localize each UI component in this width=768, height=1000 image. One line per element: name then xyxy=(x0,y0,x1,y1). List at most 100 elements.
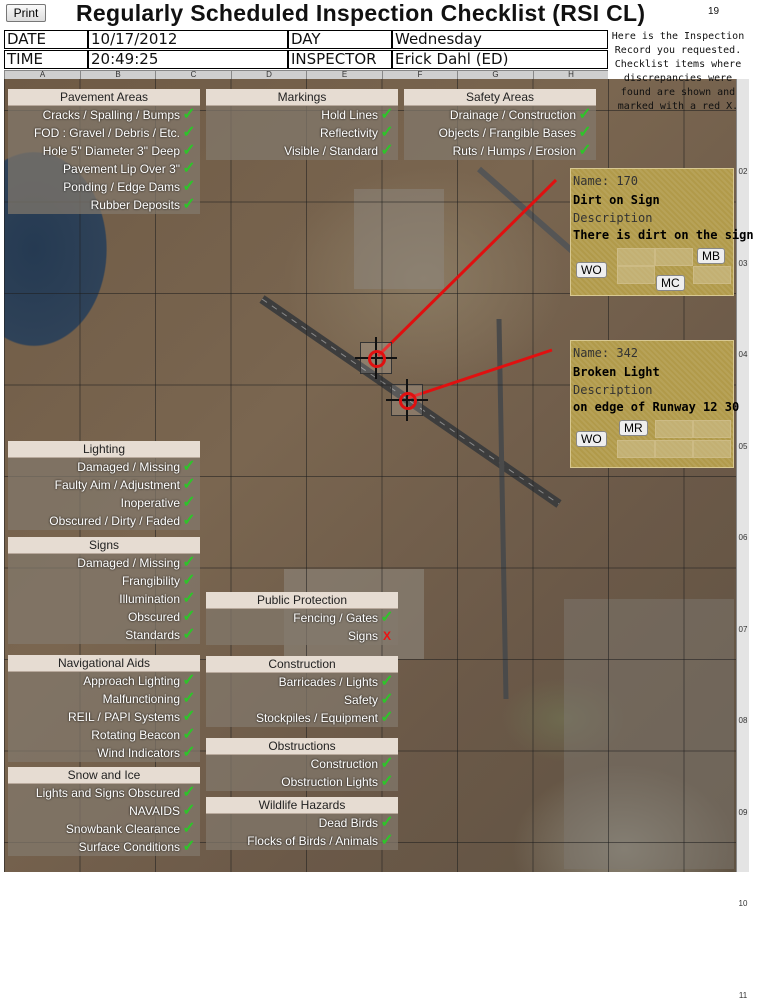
check-icon: ✓ xyxy=(380,709,394,726)
check-icon: ✓ xyxy=(182,838,196,855)
check-icon: ✓ xyxy=(182,160,196,177)
check-icon: ✓ xyxy=(578,106,592,123)
mc-button[interactable]: MC xyxy=(656,275,685,291)
checklist-item-obscured-dirty-faded[interactable]: Obscured / Dirty / Faded ✓ xyxy=(8,512,200,530)
check-icon: ✓ xyxy=(182,124,196,141)
checklist-item-label: Damaged / Missing xyxy=(77,460,180,474)
panel-title: Navigational Aids xyxy=(8,655,200,672)
checklist-item-illumination[interactable]: Illumination ✓ xyxy=(8,590,200,608)
date-value: 10/17/2012 xyxy=(88,30,288,49)
checklist-item-reil-papi-systems[interactable]: REIL / PAPI Systems ✓ xyxy=(8,708,200,726)
checklist-item-surface-conditions[interactable]: Surface Conditions ✓ xyxy=(8,838,200,856)
mb-button[interactable]: MB xyxy=(697,248,725,264)
checklist-item-obstruction-lights[interactable]: Obstruction Lights ✓ xyxy=(206,773,398,791)
checklist-item-frangibility[interactable]: Frangibility ✓ xyxy=(8,572,200,590)
checklist-item-dead-birds[interactable]: Dead Birds ✓ xyxy=(206,814,398,832)
checklist-item-fencing-gates[interactable]: Fencing / Gates ✓ xyxy=(206,609,398,627)
fail-x-icon: X xyxy=(382,629,391,643)
description-value: There is dirt on the sign xyxy=(573,228,754,242)
checklist-item-lights-and-signs-obscured[interactable]: Lights and Signs Obscured ✓ xyxy=(8,784,200,802)
column-header-a: A xyxy=(4,70,80,79)
checklist-item-faulty-aim-adjustment[interactable]: Faulty Aim / Adjustment ✓ xyxy=(8,476,200,494)
checklist-item-objects-frangible-bases[interactable]: Objects / Frangible Bases ✓ xyxy=(404,124,596,142)
check-icon: ✓ xyxy=(182,744,196,761)
discrepancy-marker-170[interactable] xyxy=(355,337,397,379)
checklist-item-label: Barricades / Lights xyxy=(278,675,378,689)
checklist-item-hole-5-diameter-3-deep[interactable]: Hole 5" Diameter 3" Deep ✓ xyxy=(8,142,200,160)
checklist-item-ponding-edge-dams[interactable]: Ponding / Edge Dams ✓ xyxy=(8,178,200,196)
checklist-item-label: Fencing / Gates xyxy=(293,611,378,625)
column-header-g: G xyxy=(457,70,533,79)
checklist-item-barricades-lights[interactable]: Barricades / Lights ✓ xyxy=(206,673,398,691)
checklist-item-label: Dead Birds xyxy=(318,816,378,830)
checklist-item-hold-lines[interactable]: Hold Lines ✓ xyxy=(206,106,398,124)
checklist-item-label: Surface Conditions xyxy=(78,840,180,854)
description-label: Description xyxy=(573,211,653,225)
checklist-item-rotating-beacon[interactable]: Rotating Beacon ✓ xyxy=(8,726,200,744)
obstructions-panel: Obstructions Construction ✓ Obstruction Lig… xyxy=(206,738,398,791)
checklist-item-damaged-missing[interactable]: Damaged / Missing ✓ xyxy=(8,554,200,572)
panel-title: Public Protection xyxy=(206,592,398,609)
lighting-panel: Lighting Damaged / Missing ✓ Faulty Aim / A… xyxy=(8,441,200,530)
checklist-item-rubber-deposits[interactable]: Rubber Deposits ✓ xyxy=(8,196,200,214)
name-value: 342 xyxy=(616,346,639,360)
checklist-item-visible-standard[interactable]: Visible / Standard ✓ xyxy=(206,142,398,160)
column-header-f: F xyxy=(381,70,458,79)
checklist-item-damaged-missing[interactable]: Damaged / Missing ✓ xyxy=(8,458,200,476)
row-header-07: 07 xyxy=(738,624,748,634)
checklist-item-ruts-humps-erosion[interactable]: Ruts / Humps / Erosion ✓ xyxy=(404,142,596,160)
panel-title: Markings xyxy=(206,89,398,106)
checklist-item-malfunctioning[interactable]: Malfunctioning ✓ xyxy=(8,690,200,708)
pavement-areas-panel: Pavement Areas Cracks / Spalling / Bumps ✓… xyxy=(8,89,200,214)
checklist-item-label: Rubber Deposits xyxy=(90,198,180,212)
row-header-05: 05 xyxy=(738,441,748,451)
checklist-item-signs[interactable]: Signs X xyxy=(206,627,398,645)
checklist-item-obscured[interactable]: Obscured ✓ xyxy=(8,608,200,626)
checklist-item-snowbank-clearance[interactable]: Snowbank Clearance ✓ xyxy=(8,820,200,838)
checklist-item-inoperative[interactable]: Inoperative ✓ xyxy=(8,494,200,512)
check-icon: ✓ xyxy=(380,755,394,772)
checklist-item-label: Cracks / Spalling / Bumps xyxy=(42,108,180,122)
checklist-item-label: Pavement Lip Over 3" xyxy=(63,162,180,176)
inspector-value: Erick Dahl (ED) xyxy=(392,50,608,69)
checklist-item-reflectivity[interactable]: Reflectivity ✓ xyxy=(206,124,398,142)
page-title: Regularly Scheduled Inspection Checklist… xyxy=(76,0,646,26)
safety-areas-panel: Safety Areas Drainage / Construction ✓ Obje… xyxy=(404,89,596,160)
check-icon: ✓ xyxy=(380,609,394,626)
checklist-item-label: Drainage / Construction xyxy=(449,108,576,122)
work-order-button[interactable]: WO xyxy=(576,262,607,278)
checklist-item-label: Flocks of Birds / Animals xyxy=(247,834,378,848)
checklist-item-standards[interactable]: Standards ✓ xyxy=(8,626,200,644)
checklist-item-safety[interactable]: Safety ✓ xyxy=(206,691,398,709)
inspector-label: INSPECTOR xyxy=(288,50,392,69)
checklist-item-drainage-construction[interactable]: Drainage / Construction ✓ xyxy=(404,106,596,124)
panel-title: Signs xyxy=(8,537,200,554)
check-icon: ✓ xyxy=(578,124,592,141)
checklist-item-label: Obscured xyxy=(127,610,180,624)
checklist-item-stockpiles-equipment[interactable]: Stockpiles / Equipment ✓ xyxy=(206,709,398,727)
checklist-item-pavement-lip-over-3[interactable]: Pavement Lip Over 3" ✓ xyxy=(8,160,200,178)
checklist-item-construction[interactable]: Construction ✓ xyxy=(206,755,398,773)
checklist-item-approach-lighting[interactable]: Approach Lighting ✓ xyxy=(8,672,200,690)
panel-title: Wildlife Hazards xyxy=(206,797,398,814)
work-order-button[interactable]: WO xyxy=(576,431,607,447)
discrepancy-card-170: Name: 170 Dirt on Sign Description There… xyxy=(570,168,754,296)
check-icon: ✓ xyxy=(182,590,196,607)
checklist-item-cracks-spalling-bumps[interactable]: Cracks / Spalling / Bumps ✓ xyxy=(8,106,200,124)
checklist-item-label: Ruts / Humps / Erosion xyxy=(452,144,576,158)
checklist-item-fod-gravel-debris-etc[interactable]: FOD : Gravel / Debris / Etc. ✓ xyxy=(8,124,200,142)
time-label: TIME xyxy=(4,50,88,69)
description-label: Description xyxy=(573,383,653,397)
check-icon: ✓ xyxy=(380,124,394,141)
panel-title: Snow and Ice xyxy=(8,767,200,784)
checklist-item-wind-indicators[interactable]: Wind Indicators ✓ xyxy=(8,744,200,762)
check-icon: ✓ xyxy=(182,608,196,625)
checklist-item-navaids[interactable]: NAVAIDS ✓ xyxy=(8,802,200,820)
mr-button[interactable]: MR xyxy=(619,420,648,436)
discrepancy-card-342: Name: 342 Broken Light Description on ed… xyxy=(570,340,739,468)
discrepancy-marker-342[interactable] xyxy=(386,379,428,421)
checklist-item-flocks-of-birds-animals[interactable]: Flocks of Birds / Animals ✓ xyxy=(206,832,398,850)
snow-and-ice-panel: Snow and Ice Lights and Signs Obscured ✓ NA… xyxy=(8,767,200,856)
print-button[interactable]: Print xyxy=(6,4,46,22)
checklist-item-label: Approach Lighting xyxy=(83,674,180,688)
